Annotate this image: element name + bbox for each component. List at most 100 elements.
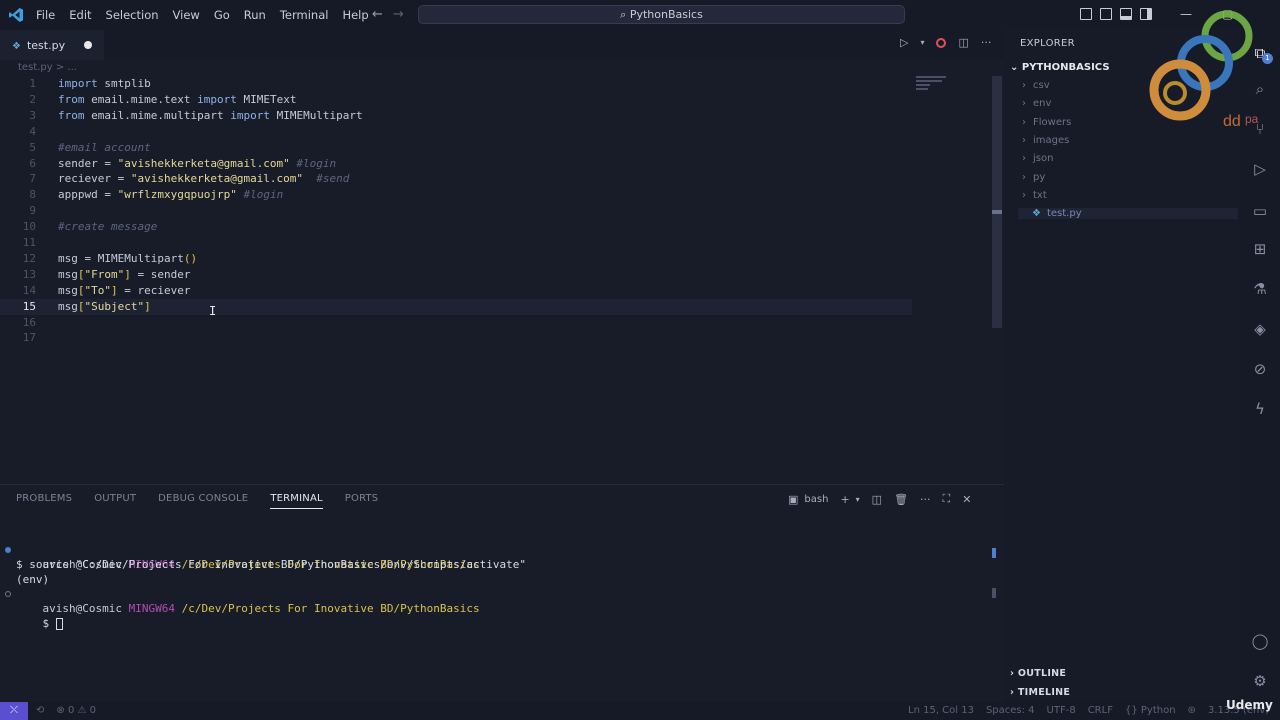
search-icon[interactable]: ⌕ xyxy=(1251,80,1269,98)
encoding[interactable]: UTF-8 xyxy=(1047,705,1076,716)
command-center-search[interactable]: ⌕ PythonBasics xyxy=(418,5,905,24)
menu-help[interactable]: Help xyxy=(342,8,368,22)
problems-indicator[interactable]: ⊗ 0 ⚠ 0 xyxy=(56,705,96,716)
code-line[interactable]: 17 xyxy=(0,330,912,346)
toggle-secondary-sidebar-icon[interactable] xyxy=(1140,8,1152,20)
explorer-sidebar: EXPLORER ⌄ PYTHONBASICS › csv › env › Flowers… xyxy=(1004,30,1240,702)
code-line[interactable]: 6 sender = "avishekkerketa@gmail.com" #lo… xyxy=(0,156,912,172)
terminal-prompt-line-2: avish@Cosmic MINGW64 /c/Dev/Projects For… xyxy=(42,602,480,615)
chevron-right-icon: › xyxy=(1022,116,1026,128)
editor-scrollbar[interactable] xyxy=(992,76,1002,328)
record-icon[interactable] xyxy=(936,37,947,48)
menu-go[interactable]: Go xyxy=(214,8,230,22)
folder-env[interactable]: › env xyxy=(1022,98,1051,109)
menu-file[interactable]: File xyxy=(36,8,55,22)
folder-csv[interactable]: › csv xyxy=(1022,80,1050,91)
folder-py[interactable]: › py xyxy=(1022,172,1045,183)
code-line[interactable]: 3 from email.mime.multipart import MIMEMu… xyxy=(0,108,912,124)
ports-icon[interactable]: ⟲ xyxy=(36,705,44,716)
forward-arrow-icon[interactable]: → xyxy=(393,7,404,22)
copilot-icon[interactable]: ⊛ xyxy=(1188,705,1196,716)
toggle-sidebar-icon[interactable] xyxy=(1100,8,1112,20)
panel-tab-debug-console[interactable]: DEBUG CONSOLE xyxy=(158,493,248,509)
git-graph-icon[interactable]: ⊘ xyxy=(1251,360,1269,378)
folder-flowers[interactable]: › Flowers xyxy=(1022,117,1071,128)
toggle-panel-icon[interactable] xyxy=(1120,8,1132,20)
code-line[interactable]: 7 reciever = "avishekkerketa@gmail.com" #… xyxy=(0,171,912,187)
folder-txt[interactable]: › txt xyxy=(1022,190,1047,201)
folder-label: env xyxy=(1033,98,1052,110)
more-actions-icon[interactable]: ··· xyxy=(981,36,992,49)
menu-selection[interactable]: Selection xyxy=(106,8,159,22)
code-line[interactable]: 13 msg["From"] = sender xyxy=(0,267,912,283)
code-line[interactable]: 5 #email account xyxy=(0,140,912,156)
run-icon[interactable]: ▷ xyxy=(900,36,908,49)
menu-terminal[interactable]: Terminal xyxy=(280,8,329,22)
customize-layout-icon[interactable] xyxy=(1080,8,1092,20)
testing-icon[interactable]: ⚗ xyxy=(1251,280,1269,298)
menu-view[interactable]: View xyxy=(173,8,200,22)
new-terminal-icon[interactable]: + xyxy=(840,493,849,506)
code-line[interactable]: 1 import smtplib xyxy=(0,76,912,92)
minimize-icon[interactable]: — xyxy=(1180,7,1192,21)
code-line[interactable]: 9 xyxy=(0,203,912,219)
folder-images[interactable]: › images xyxy=(1022,135,1069,146)
remote-explorer-icon[interactable]: ▭ xyxy=(1251,202,1269,220)
code-line[interactable]: 15 msg["Subject"] xyxy=(0,298,912,315)
outline-section[interactable]: › OUTLINE xyxy=(1010,668,1066,679)
code-line[interactable]: 11 xyxy=(0,235,912,251)
code-line[interactable]: 12 msg = MIMEMultipart() xyxy=(0,251,912,267)
end-of-line[interactable]: CRLF xyxy=(1088,705,1113,716)
panel-more-icon[interactable]: ··· xyxy=(920,493,931,506)
panel-tab-problems[interactable]: PROBLEMS xyxy=(16,493,72,509)
minimap[interactable] xyxy=(916,76,952,96)
code-line[interactable]: 10 #create message xyxy=(0,219,912,235)
back-arrow-icon[interactable]: ← xyxy=(372,7,383,22)
workspace-root[interactable]: ⌄ PYTHONBASICS xyxy=(1010,62,1110,73)
run-debug-icon[interactable]: ▷ xyxy=(1251,160,1269,178)
code-line[interactable]: 2 from email.mime.text import MIMEText xyxy=(0,92,912,108)
maximize-icon[interactable]: ▢ xyxy=(1222,7,1233,21)
shell-name[interactable]: bash xyxy=(804,494,828,505)
file-test-py[interactable]: ❖ test.py xyxy=(1018,208,1238,219)
breadcrumb[interactable]: test.py > ... xyxy=(18,62,77,73)
code-line[interactable]: 4 xyxy=(0,124,912,140)
line-code: apppwd = "wrflzmxygqpuojrp" #login xyxy=(58,188,284,202)
code-editor[interactable]: 1 import smtplib 2 from email.mime.text imp… xyxy=(0,76,1004,484)
terminal-cursor xyxy=(55,618,63,630)
line-code: msg["From"] = sender xyxy=(58,267,191,281)
language-mode[interactable]: {} Python xyxy=(1125,705,1176,716)
cursor-position[interactable]: Ln 15, Col 13 xyxy=(908,705,974,716)
unsaved-dot-icon[interactable] xyxy=(84,41,92,49)
source-control-icon[interactable]: ⑂ xyxy=(1251,120,1269,138)
run-dropdown-icon[interactable]: ▾ xyxy=(920,38,924,47)
folder-label: csv xyxy=(1033,80,1050,91)
settings-gear-icon[interactable]: ⚙ xyxy=(1251,672,1269,690)
extensions-icon[interactable]: ⊞ xyxy=(1251,240,1269,258)
terminal-input-line[interactable]: $ xyxy=(16,601,63,646)
split-terminal-icon[interactable]: ◫ xyxy=(872,493,882,506)
code-line[interactable]: 8 apppwd = "wrflzmxygqpuojrp" #login xyxy=(0,187,912,203)
split-editor-icon[interactable]: ◫ xyxy=(958,36,968,49)
lightning-icon[interactable]: ϟ xyxy=(1251,400,1269,418)
tab-test-py[interactable]: ❖ test.py xyxy=(0,30,104,60)
line-code: reciever = "avishekkerketa@gmail.com" #s… xyxy=(58,172,350,186)
remote-indicator-icon[interactable]: ⤬ xyxy=(0,702,28,720)
account-icon[interactable]: ◯ xyxy=(1251,632,1269,650)
folder-json[interactable]: › json xyxy=(1022,153,1053,164)
indentation[interactable]: Spaces: 4 xyxy=(986,705,1035,716)
menu-edit[interactable]: Edit xyxy=(69,8,91,22)
line-code: #email account xyxy=(58,140,151,154)
maximize-panel-icon[interactable]: ⛶ xyxy=(943,492,951,506)
panel-tab-ports[interactable]: PORTS xyxy=(345,493,379,509)
timeline-section[interactable]: › TIMELINE xyxy=(1010,687,1070,698)
code-line[interactable]: 16 xyxy=(0,315,912,331)
panel-tab-output[interactable]: OUTPUT xyxy=(94,493,136,509)
panel-tab-terminal[interactable]: TERMINAL xyxy=(270,493,323,509)
code-line[interactable]: 14 msg["To"] = reciever xyxy=(0,283,912,299)
terminal-dropdown-icon[interactable]: ▾ xyxy=(856,495,860,504)
kill-terminal-icon[interactable]: 🗑 xyxy=(894,493,908,506)
containers-icon[interactable]: ◈ xyxy=(1251,320,1269,338)
menu-run[interactable]: Run xyxy=(244,8,266,22)
close-panel-icon[interactable]: ✕ xyxy=(962,493,971,506)
